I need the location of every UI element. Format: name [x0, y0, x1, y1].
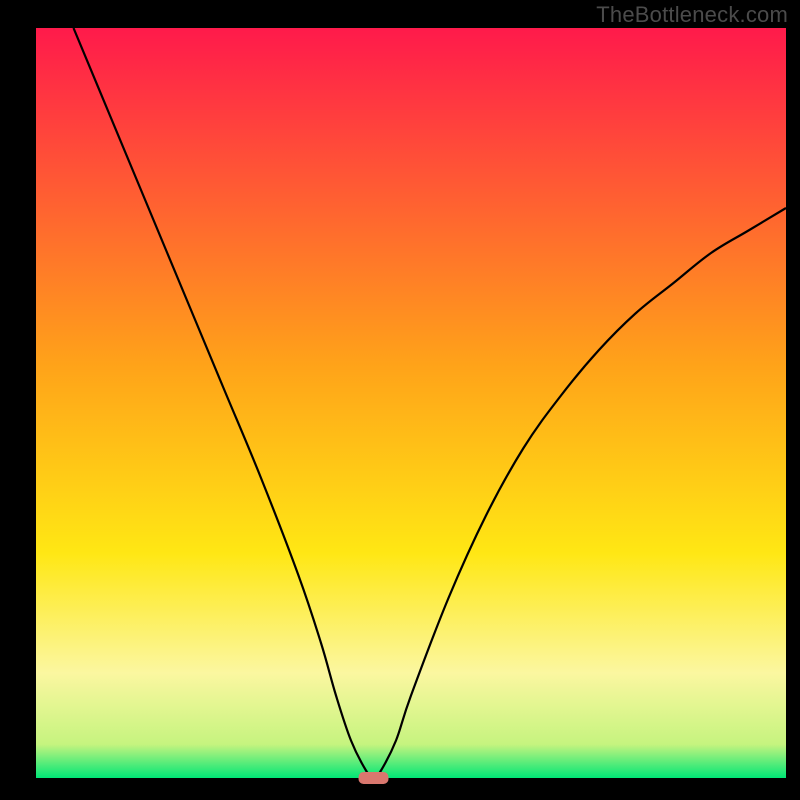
bottleneck-chart: [0, 0, 800, 800]
watermark-text: TheBottleneck.com: [596, 2, 788, 28]
chart-frame: TheBottleneck.com: [0, 0, 800, 800]
optimal-marker: [359, 772, 389, 784]
plot-background: [36, 28, 786, 778]
